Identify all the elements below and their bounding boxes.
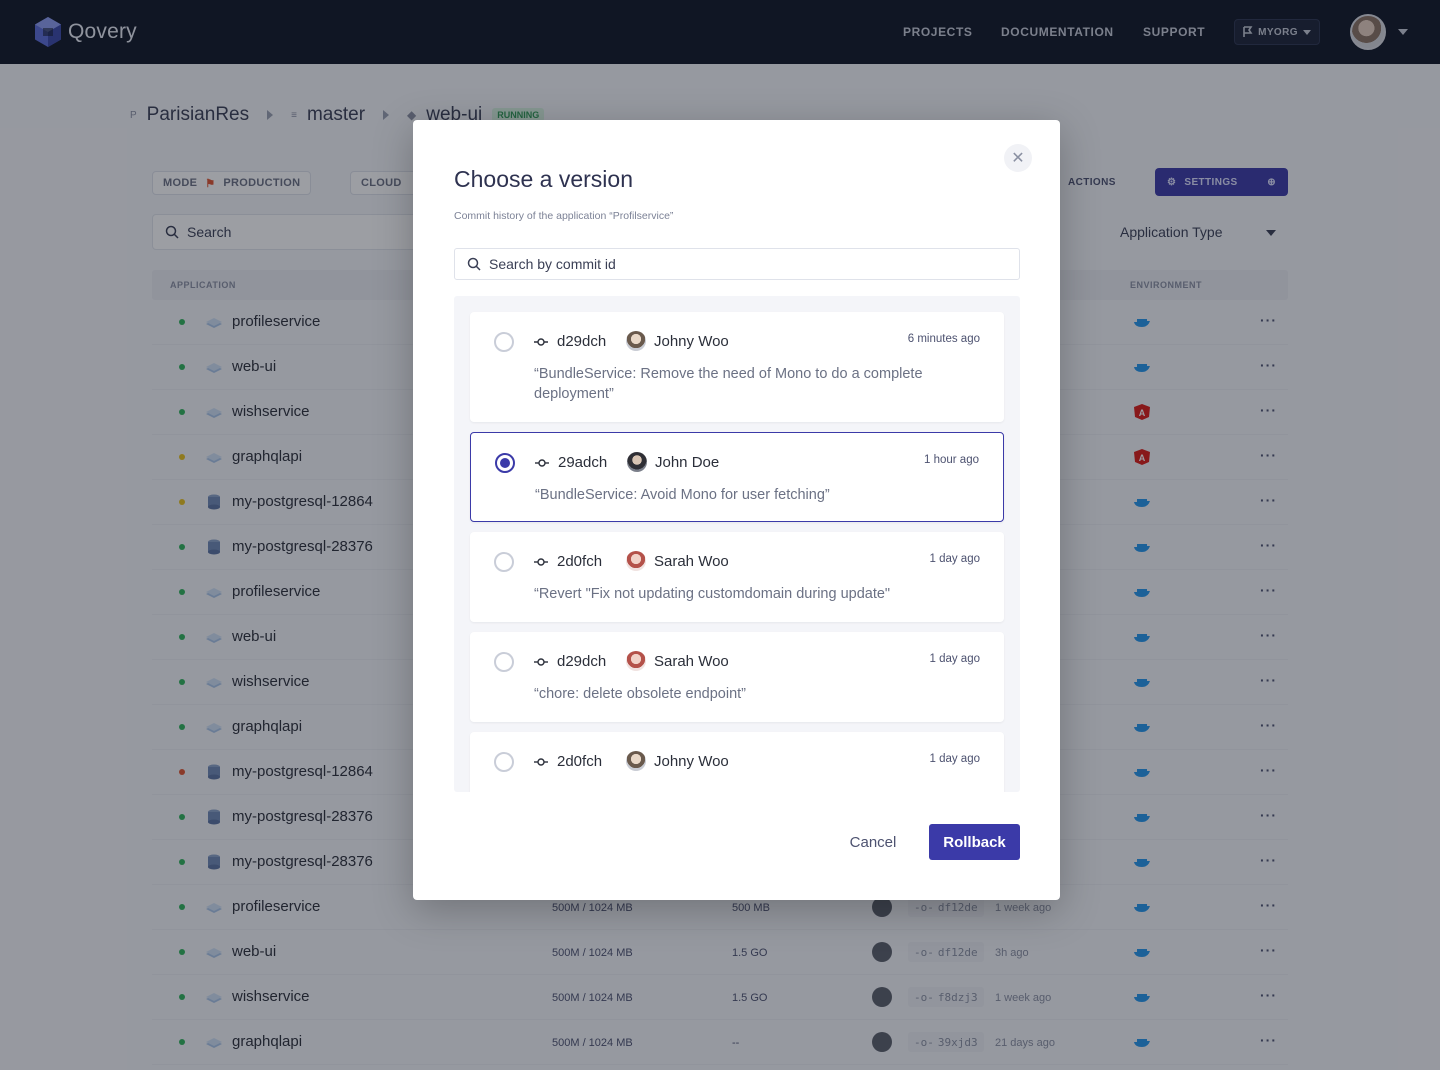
- git-commit-icon: [534, 658, 548, 666]
- git-commit-icon: [535, 459, 549, 467]
- commit-card[interactable]: 29adch John Doe 1 hour ago “BundleService: …: [470, 432, 1004, 522]
- modal-title: Choose a version: [454, 166, 633, 192]
- commit-search-input[interactable]: [489, 256, 989, 272]
- commit-radio[interactable]: [494, 332, 514, 352]
- git-commit-icon: [534, 558, 548, 566]
- commit-message: “BundleService: Remove the need of Mono …: [534, 366, 923, 402]
- commit-id: 29adch: [558, 454, 608, 471]
- radio-selected-indicator: [500, 458, 510, 468]
- commit-radio[interactable]: [495, 453, 515, 473]
- author-avatar: [626, 651, 646, 671]
- commit-radio[interactable]: [494, 552, 514, 572]
- commit-radio[interactable]: [494, 652, 514, 672]
- commit-message: “BundleService: Avoid Mono for user fetc…: [535, 487, 830, 503]
- author-avatar: [626, 551, 646, 571]
- commit-time: 6 minutes ago: [907, 333, 980, 345]
- git-commit-icon: [534, 758, 548, 766]
- author-name: Johny Woo: [654, 333, 729, 350]
- author-avatar: [626, 331, 646, 351]
- search-icon: [467, 257, 481, 271]
- commit-id: d29dch: [557, 653, 607, 670]
- commit-card[interactable]: d29dch Sarah Woo 1 day ago “chore: delete o…: [470, 632, 1004, 722]
- author-name: Sarah Woo: [654, 553, 729, 570]
- commit-time: 1 day ago: [929, 753, 980, 765]
- author-name: John Doe: [655, 454, 720, 471]
- modal-subtitle: Commit history of the application “Profi…: [454, 210, 674, 222]
- git-commit-icon: [534, 338, 548, 346]
- commit-time: 1 hour ago: [924, 454, 979, 466]
- commit-time: 1 day ago: [929, 653, 980, 665]
- commit-radio[interactable]: [494, 752, 514, 772]
- commit-time: 1 day ago: [929, 553, 980, 565]
- commit-id: 2d0fch: [557, 753, 603, 770]
- author-name: Sarah Woo: [654, 653, 729, 670]
- author-name: Johny Woo: [654, 753, 729, 770]
- commit-card[interactable]: 2d0fch Sarah Woo 1 day ago “Revert "Fix not…: [470, 532, 1004, 622]
- commit-list: d29dch Johny Woo 6 minutes ago “BundleServi…: [454, 296, 1020, 792]
- author-avatar: [627, 452, 647, 472]
- author-avatar: [626, 751, 646, 771]
- commit-card[interactable]: 2d0fch Johny Woo 1 day ago: [470, 732, 1004, 792]
- commit-message: “Revert "Fix not updating customdomain d…: [534, 586, 891, 602]
- commit-id: 2d0fch: [557, 553, 603, 570]
- commit-card[interactable]: d29dch Johny Woo 6 minutes ago “BundleServi…: [470, 312, 1004, 422]
- rollback-button[interactable]: Rollback: [929, 824, 1020, 860]
- commit-search-field[interactable]: [454, 248, 1020, 280]
- cancel-button[interactable]: Cancel: [839, 824, 907, 860]
- close-icon[interactable]: ✕: [1004, 144, 1032, 172]
- choose-version-modal: ✕ Choose a version Commit history of the…: [413, 120, 1060, 900]
- commit-id: d29dch: [557, 333, 607, 350]
- commit-message: “chore: delete obsolete endpoint”: [534, 686, 747, 702]
